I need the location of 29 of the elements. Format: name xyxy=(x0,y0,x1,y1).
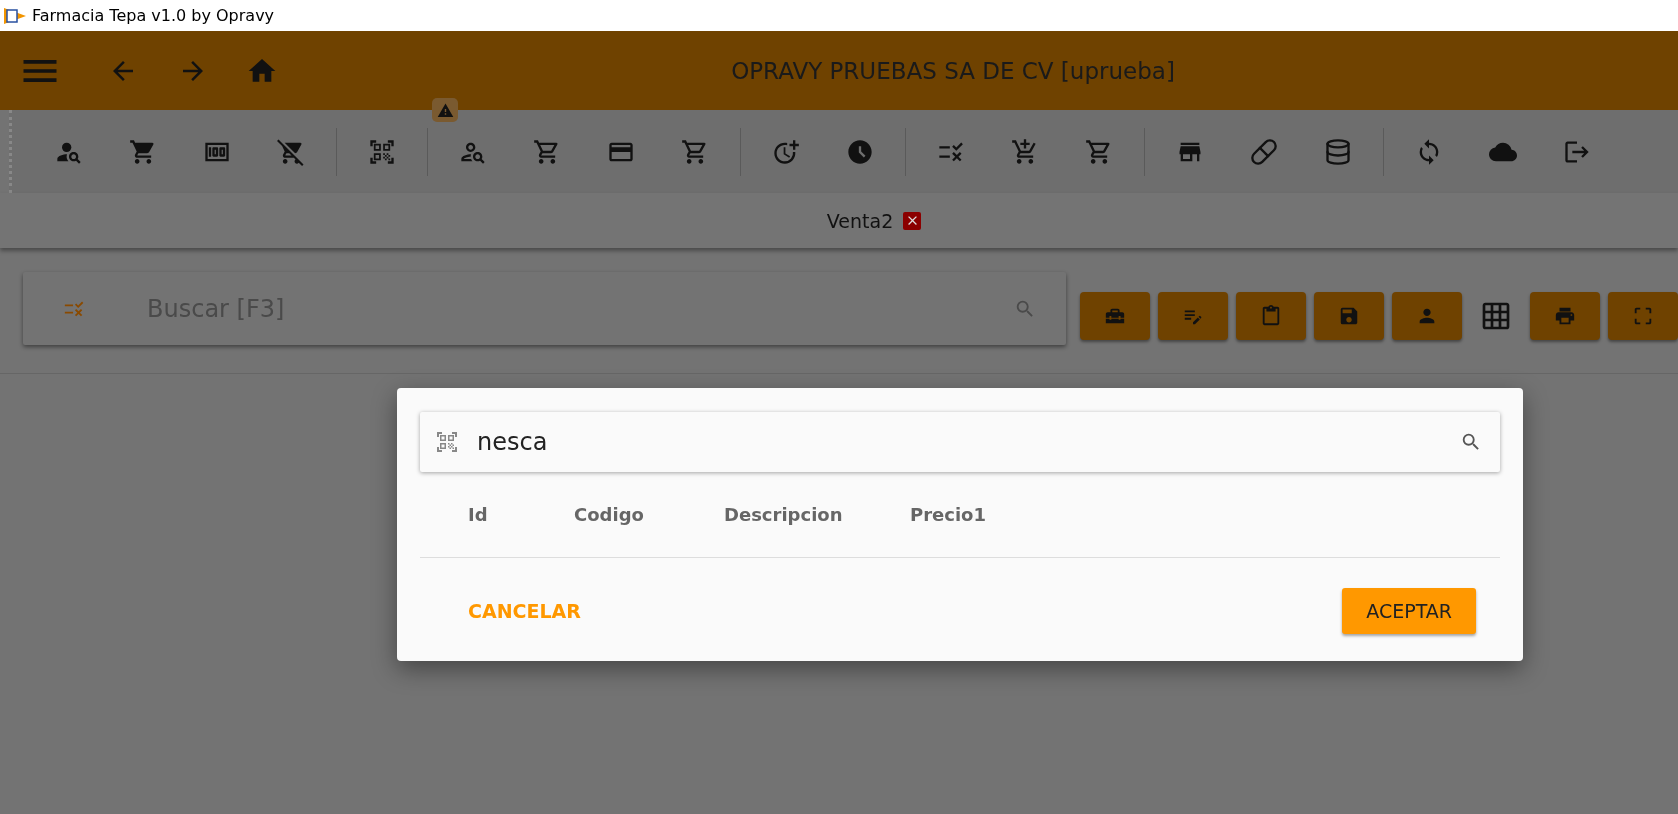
toolbox-button[interactable] xyxy=(1080,291,1150,340)
window-title: Farmacia Tepa v1.0 by Opravy xyxy=(32,6,275,25)
scanner-icon xyxy=(435,430,459,454)
column-header[interactable]: Descripcion xyxy=(724,504,910,525)
pill-icon xyxy=(1250,137,1278,166)
column-header[interactable]: Codigo xyxy=(574,504,724,525)
warning-glyph-icon xyxy=(436,101,454,119)
column-header[interactable]: Id xyxy=(468,504,574,525)
clock-icon xyxy=(846,137,874,166)
scanner-icon xyxy=(368,137,396,166)
clipboard-button[interactable] xyxy=(1236,291,1306,340)
person-button[interactable] xyxy=(1392,291,1462,340)
edit-note-button[interactable] xyxy=(1158,291,1228,340)
product-search-field[interactable]: nesca xyxy=(475,427,1460,457)
save-button[interactable] xyxy=(1314,291,1384,340)
column-header[interactable]: Precio1 xyxy=(910,504,1030,525)
print-button[interactable] xyxy=(1530,291,1600,340)
warning-icon[interactable] xyxy=(432,98,458,122)
clipboard-icon xyxy=(1260,304,1282,327)
cart-off-icon xyxy=(277,137,305,166)
clock-plus-icon xyxy=(772,137,800,166)
accept-button[interactable]: ACEPTAR xyxy=(1342,588,1476,634)
close-tab-button[interactable] xyxy=(903,211,922,230)
search-icon xyxy=(1460,431,1482,453)
scan-button[interactable] xyxy=(1608,291,1678,340)
company-title: OPRAVY PRUEBAS SA DE CV [uprueba] xyxy=(730,57,1176,84)
app-logo-icon xyxy=(4,5,26,26)
database-icon xyxy=(1324,137,1352,166)
tab[interactable]: Venta2 xyxy=(816,209,904,232)
